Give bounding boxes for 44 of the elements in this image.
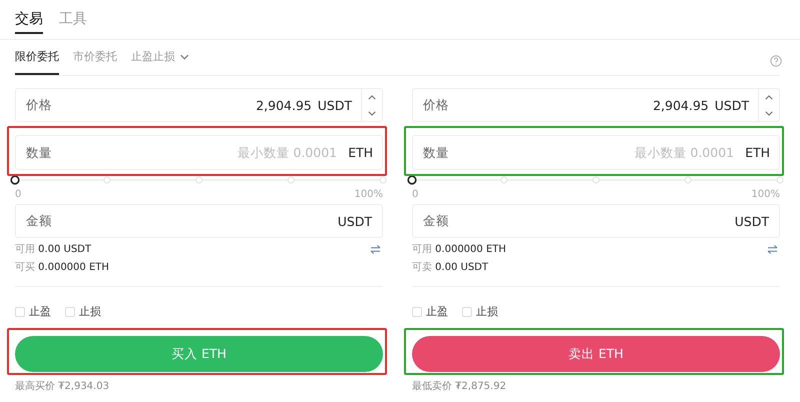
sell-button[interactable]: 卖出 ETH — [412, 336, 780, 372]
unit-label: ETH — [348, 145, 373, 160]
slider-stop[interactable] — [380, 176, 386, 184]
balance-text: 可买 0.000000 ETH — [15, 261, 110, 274]
unit-label: ETH — [745, 145, 770, 160]
checkbox-label: 止盈 — [426, 304, 448, 319]
checkbox-label: 止盈 — [29, 304, 51, 319]
slider-stop[interactable] — [104, 176, 110, 184]
checkbox-label: 止损 — [476, 304, 498, 319]
checkbox[interactable] — [65, 306, 75, 316]
checkbox[interactable] — [15, 306, 25, 316]
help-icon[interactable] — [770, 55, 782, 67]
slider-stop[interactable] — [196, 176, 202, 184]
slider-thumb[interactable] — [10, 175, 20, 185]
checkbox[interactable] — [462, 306, 472, 316]
amount-field[interactable]: 金额 USDT — [412, 204, 780, 238]
balance-text: 可用 0.000000 ETH — [412, 243, 506, 256]
price-field[interactable]: 价格 2,904.95 USDT — [412, 88, 780, 122]
slider-stop[interactable] — [684, 176, 692, 184]
order-type-tab[interactable]: 限价委托 — [15, 40, 59, 75]
slider[interactable] — [407, 175, 785, 185]
slider-thumb[interactable] — [407, 175, 417, 185]
field-label: 数量 — [26, 145, 52, 162]
slider-min-label: 0 — [15, 189, 22, 200]
slider-stop[interactable] — [776, 176, 784, 184]
checkbox-label: 止损 — [79, 304, 101, 319]
slider-stop[interactable] — [592, 176, 600, 184]
field-label: 数量 — [423, 145, 449, 162]
balance-text: 可卖 0.00 USDT — [412, 260, 490, 274]
balance-text: 可用 0.00 USDT — [15, 243, 92, 256]
slider-min-label: 0 — [412, 189, 418, 200]
slider-stop[interactable] — [288, 176, 294, 184]
slider-stop[interactable] — [500, 176, 508, 184]
tab[interactable]: 交易 — [15, 0, 43, 34]
swap-icon[interactable] — [767, 245, 778, 254]
amount-field[interactable]: 金额 USDT — [15, 204, 383, 238]
swap-icon[interactable] — [370, 245, 381, 254]
checkbox[interactable] — [412, 306, 422, 316]
price-field[interactable]: 价格 2,904.95 USDT — [15, 88, 383, 122]
slider[interactable] — [10, 175, 388, 185]
best-price-text: 最高买价 ₮2,934.03 — [15, 380, 110, 393]
best-price-text: 最低卖价 ₮2,875.92 — [412, 380, 508, 393]
slider-max-label: 100% — [354, 189, 383, 200]
slider-max-label: 100% — [751, 189, 780, 200]
